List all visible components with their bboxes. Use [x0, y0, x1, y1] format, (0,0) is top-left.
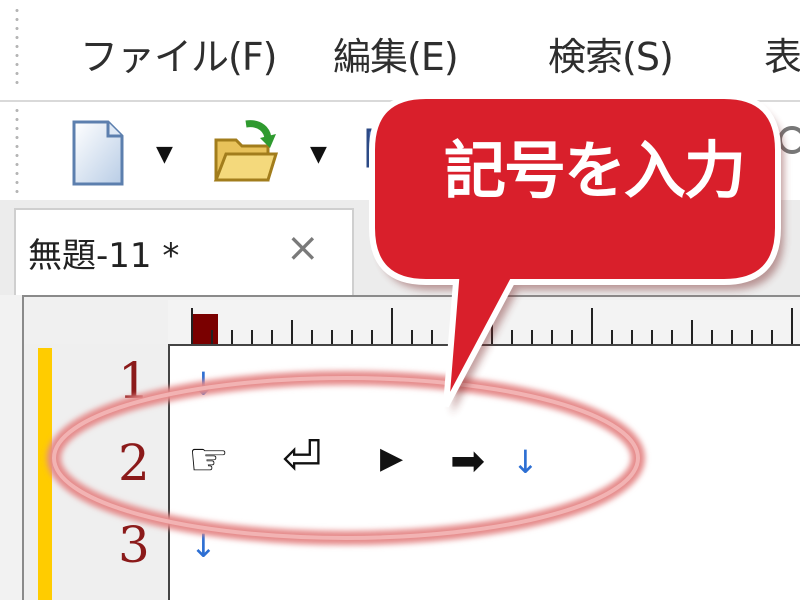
search-button[interactable] — [772, 122, 800, 166]
save-button[interactable] — [366, 128, 394, 168]
eol-mark: ↓ — [190, 365, 217, 403]
ruler-cursor-marker — [192, 314, 218, 344]
right-arrow-symbol: ➡ — [450, 436, 486, 485]
new-document-button[interactable] — [70, 120, 126, 186]
line-number: 3 — [118, 516, 150, 574]
toolbar: ▼ ▼ — [0, 102, 800, 200]
new-document-icon — [72, 120, 124, 186]
pointing-hand-symbol: ☞ — [188, 432, 230, 486]
close-icon[interactable]: × — [286, 228, 320, 268]
menubar-grip[interactable] — [14, 6, 20, 90]
search-icon — [778, 126, 800, 154]
line-number: 2 — [118, 434, 150, 492]
ruler — [168, 300, 800, 344]
eol-mark: ↓ — [190, 527, 217, 565]
open-file-button[interactable] — [212, 118, 282, 188]
new-document-dropdown[interactable]: ▼ — [156, 144, 173, 166]
line-number: 1 — [118, 352, 150, 410]
open-file-dropdown[interactable]: ▼ — [310, 144, 327, 166]
modified-line-marker — [38, 348, 52, 600]
menu-search[interactable]: 検索(S) — [548, 26, 674, 81]
open-folder-icon — [213, 120, 279, 182]
tab-untitled-11[interactable]: 無題-11 * × — [14, 208, 354, 298]
tab-strip: 無題-11 * × — [0, 200, 800, 298]
menu-bar: ファイル(F) 編集(E) 検索(S) 表 — [0, 0, 800, 102]
return-arrow-symbol: ⏎ — [282, 430, 323, 486]
menu-edit[interactable]: 編集(E) — [333, 26, 459, 81]
tab-label: 無題-11 * — [28, 236, 180, 276]
menu-view[interactable]: 表 — [764, 26, 800, 81]
right-triangle-symbol: ▶ — [380, 441, 404, 476]
eol-mark: ↓ — [512, 443, 539, 481]
ruler-ticks — [191, 308, 793, 344]
save-icon — [366, 128, 394, 168]
menu-file[interactable]: ファイル(F) — [80, 26, 278, 81]
toolbar-grip[interactable] — [14, 106, 20, 194]
